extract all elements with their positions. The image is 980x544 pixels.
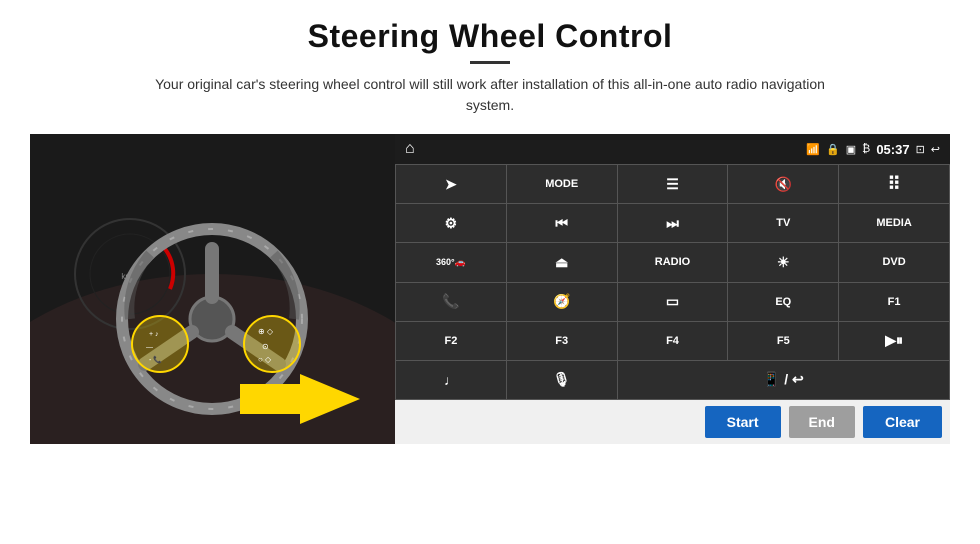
back-icon: ↩ xyxy=(931,143,940,156)
btn-f2[interactable]: F2 xyxy=(396,322,506,360)
btn-call-end[interactable]: 📱 / ↩ xyxy=(618,361,949,399)
btn-list[interactable]: ☰ xyxy=(618,165,728,203)
end-button[interactable]: End xyxy=(789,406,855,438)
svg-text:+ ♪: + ♪ xyxy=(149,331,159,338)
svg-text:⊙: ⊙ xyxy=(262,342,269,351)
btn-prev[interactable]: ⏮ xyxy=(507,204,617,242)
btn-tv[interactable]: TV xyxy=(728,204,838,242)
btn-screen[interactable]: ▭ xyxy=(618,283,728,321)
btn-navi[interactable]: 🧭 xyxy=(507,283,617,321)
sd-icon: ▣ xyxy=(846,143,856,156)
btn-radio[interactable]: RADIO xyxy=(618,243,728,281)
status-time: 05:37 xyxy=(876,142,909,157)
btn-settings[interactable]: ⚙ xyxy=(396,204,506,242)
clear-button[interactable]: Clear xyxy=(863,406,942,438)
btn-apps[interactable]: ⠿ xyxy=(839,165,949,203)
btn-nav[interactable]: ➤ xyxy=(396,165,506,203)
page-container: Steering Wheel Control Your original car… xyxy=(0,0,980,544)
car-image: km/h + ♪ xyxy=(30,134,395,444)
home-icon[interactable]: ⌂ xyxy=(405,140,415,158)
control-panel: ⌂ 📶 🔒 ▣ ₿ 05:37 ⊡ ↩ ➤ MODE ☰ 🔇 ⠿ xyxy=(395,134,950,444)
btn-f1[interactable]: F1 xyxy=(839,283,949,321)
svg-text:○ ◇: ○ ◇ xyxy=(258,355,272,364)
content-row: km/h + ♪ xyxy=(30,134,950,444)
status-icons: 📶 🔒 ▣ ₿ 05:37 ⊡ ↩ xyxy=(806,142,940,157)
wifi-icon: 📶 xyxy=(806,143,820,156)
btn-eq[interactable]: EQ xyxy=(728,283,838,321)
btn-phone[interactable]: 📞 xyxy=(396,283,506,321)
svg-text:- 📞: - 📞 xyxy=(149,355,162,364)
btn-360[interactable]: 360°🚗 xyxy=(396,243,506,281)
lock-icon: 🔒 xyxy=(826,143,840,156)
btn-eject[interactable]: ⏏ xyxy=(507,243,617,281)
btn-brightness[interactable]: ☀ xyxy=(728,243,838,281)
title-underline xyxy=(470,61,510,64)
btn-mic[interactable]: 🎙 xyxy=(507,361,617,399)
start-button[interactable]: Start xyxy=(705,406,781,438)
btn-media[interactable]: MEDIA xyxy=(839,204,949,242)
svg-text:⊕ ◇: ⊕ ◇ xyxy=(258,327,274,336)
btn-playpause[interactable]: ▶⏸ xyxy=(839,322,949,360)
subtitle: Your original car's steering wheel contr… xyxy=(130,74,850,116)
btn-music[interactable]: ♩ xyxy=(396,361,506,399)
bt-icon: ₿ xyxy=(862,143,870,155)
btn-f5[interactable]: F5 xyxy=(728,322,838,360)
btn-f3[interactable]: F3 xyxy=(507,322,617,360)
status-bar: ⌂ 📶 🔒 ▣ ₿ 05:37 ⊡ ↩ xyxy=(395,134,950,164)
bottom-bar: Start End Clear xyxy=(395,400,950,444)
btn-next[interactable]: ⏭ xyxy=(618,204,728,242)
btn-mode[interactable]: MODE xyxy=(507,165,617,203)
button-grid: ➤ MODE ☰ 🔇 ⠿ ⚙ ⏮ ⏭ TV MEDIA 360°🚗 ⏏ RADI… xyxy=(395,164,950,400)
btn-dvd[interactable]: DVD xyxy=(839,243,949,281)
btn-mute[interactable]: 🔇 xyxy=(728,165,838,203)
btn-f4[interactable]: F4 xyxy=(618,322,728,360)
page-title: Steering Wheel Control xyxy=(308,18,673,55)
cast-icon: ⊡ xyxy=(916,143,925,156)
svg-text:—: — xyxy=(146,344,153,351)
